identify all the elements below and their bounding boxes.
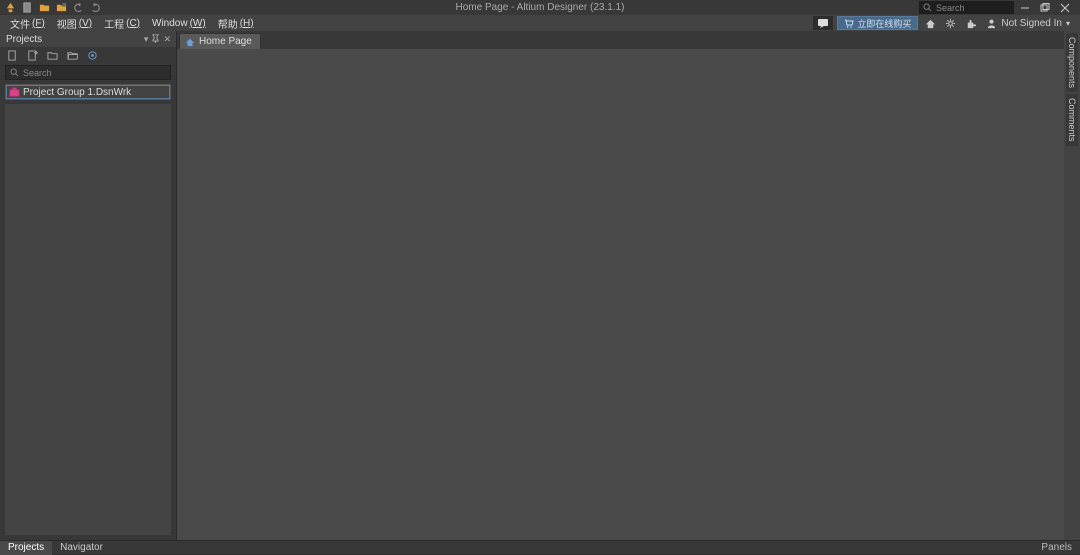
panel-close-icon[interactable]: ✕ [163, 34, 171, 45]
bottom-bar: Projects Navigator Panels [0, 540, 1080, 554]
folder-open-icon[interactable] [66, 49, 78, 61]
tab-home-label: Home Page [199, 36, 252, 47]
tree-root-item[interactable]: Project Group 1.DsnWrk [6, 85, 170, 99]
undo-icon[interactable] [72, 1, 85, 14]
titlebar-quick-access [0, 1, 102, 14]
buy-now-button[interactable]: 立即在线购买 [837, 16, 918, 30]
vtab-components[interactable]: Components [1066, 33, 1078, 92]
document-body [177, 49, 1064, 540]
notification-button[interactable] [813, 16, 833, 30]
menubar-right: 立即在线购买 Not Signed In ▾ [813, 16, 1080, 30]
main-area: Projects ▾ ✕ [0, 31, 1080, 540]
panel-dropdown-icon[interactable]: ▾ [144, 34, 149, 45]
app-logo-icon [4, 1, 17, 14]
menu-window[interactable]: Window(W) [146, 15, 212, 31]
search-icon [10, 68, 19, 77]
projects-panel-body [5, 104, 171, 535]
workspace-icon [9, 87, 20, 98]
extensions-icon-button[interactable] [962, 16, 978, 30]
titlebar-right: Search [919, 1, 1080, 14]
search-placeholder: Search [936, 3, 965, 13]
menu-project[interactable]: 工程(C) [98, 15, 146, 31]
signin-label: Not Signed In [1001, 18, 1062, 29]
folder-icon[interactable] [46, 49, 58, 61]
projects-toolbar [0, 47, 176, 63]
bottom-tab-projects[interactable]: Projects [0, 541, 52, 555]
signin-caret: ▾ [1066, 19, 1070, 28]
menu-bar: 文件(F) 视图(V) 工程(C) Window(W) 帮助(H) 立即在线购买 [0, 15, 1080, 31]
menubar-items: 文件(F) 视图(V) 工程(C) Window(W) 帮助(H) [0, 15, 260, 31]
buy-now-label: 立即在线购买 [857, 17, 911, 30]
projects-search-placeholder: Search [23, 68, 52, 78]
search-icon [923, 3, 932, 12]
projects-panel-title: Projects [6, 34, 144, 45]
right-sidebar: Components Comments [1064, 31, 1080, 540]
signin-button[interactable]: Not Signed In ▾ [982, 18, 1074, 29]
projects-search-input[interactable]: Search [5, 65, 171, 80]
projects-tree: Project Group 1.DsnWrk [5, 84, 171, 100]
redo-icon[interactable] [89, 1, 102, 14]
menu-help[interactable]: 帮助(H) [212, 15, 260, 31]
panel-pin-icon[interactable] [152, 34, 159, 45]
document-area: Home Page [177, 31, 1064, 540]
vtab-comments[interactable]: Comments [1066, 94, 1078, 146]
maximize-button[interactable] [1036, 1, 1054, 14]
save-icon[interactable] [55, 1, 68, 14]
window-title: Home Page - Altium Designer (23.1.1) [456, 2, 625, 13]
title-bar: Home Page - Altium Designer (23.1.1) Sea… [0, 0, 1080, 15]
global-search-input[interactable]: Search [919, 1, 1014, 14]
document-tabs: Home Page [177, 31, 1064, 49]
open-folder-icon[interactable] [38, 1, 51, 14]
settings-icon-button[interactable] [942, 16, 958, 30]
minimize-button[interactable] [1016, 1, 1034, 14]
new-file-icon[interactable] [21, 1, 34, 14]
user-icon [986, 18, 997, 29]
menu-file[interactable]: 文件(F) [4, 15, 51, 31]
bottom-tab-navigator[interactable]: Navigator [52, 541, 111, 555]
menu-view[interactable]: 视图(V) [51, 15, 98, 31]
home-icon [185, 37, 195, 47]
new-doc-plus-icon[interactable] [26, 49, 38, 61]
panel-header-buttons: ▾ ✕ [144, 34, 171, 45]
panels-button[interactable]: Panels [1033, 542, 1080, 553]
tree-root-label: Project Group 1.DsnWrk [23, 87, 131, 98]
new-doc-icon[interactable] [6, 49, 18, 61]
tab-home-page[interactable]: Home Page [179, 33, 261, 49]
compile-icon[interactable] [86, 49, 98, 61]
projects-panel: Projects ▾ ✕ [0, 31, 177, 540]
close-button[interactable] [1056, 1, 1074, 14]
cart-icon [844, 19, 854, 28]
home-icon-button[interactable] [922, 16, 938, 30]
projects-panel-header: Projects ▾ ✕ [0, 31, 176, 47]
